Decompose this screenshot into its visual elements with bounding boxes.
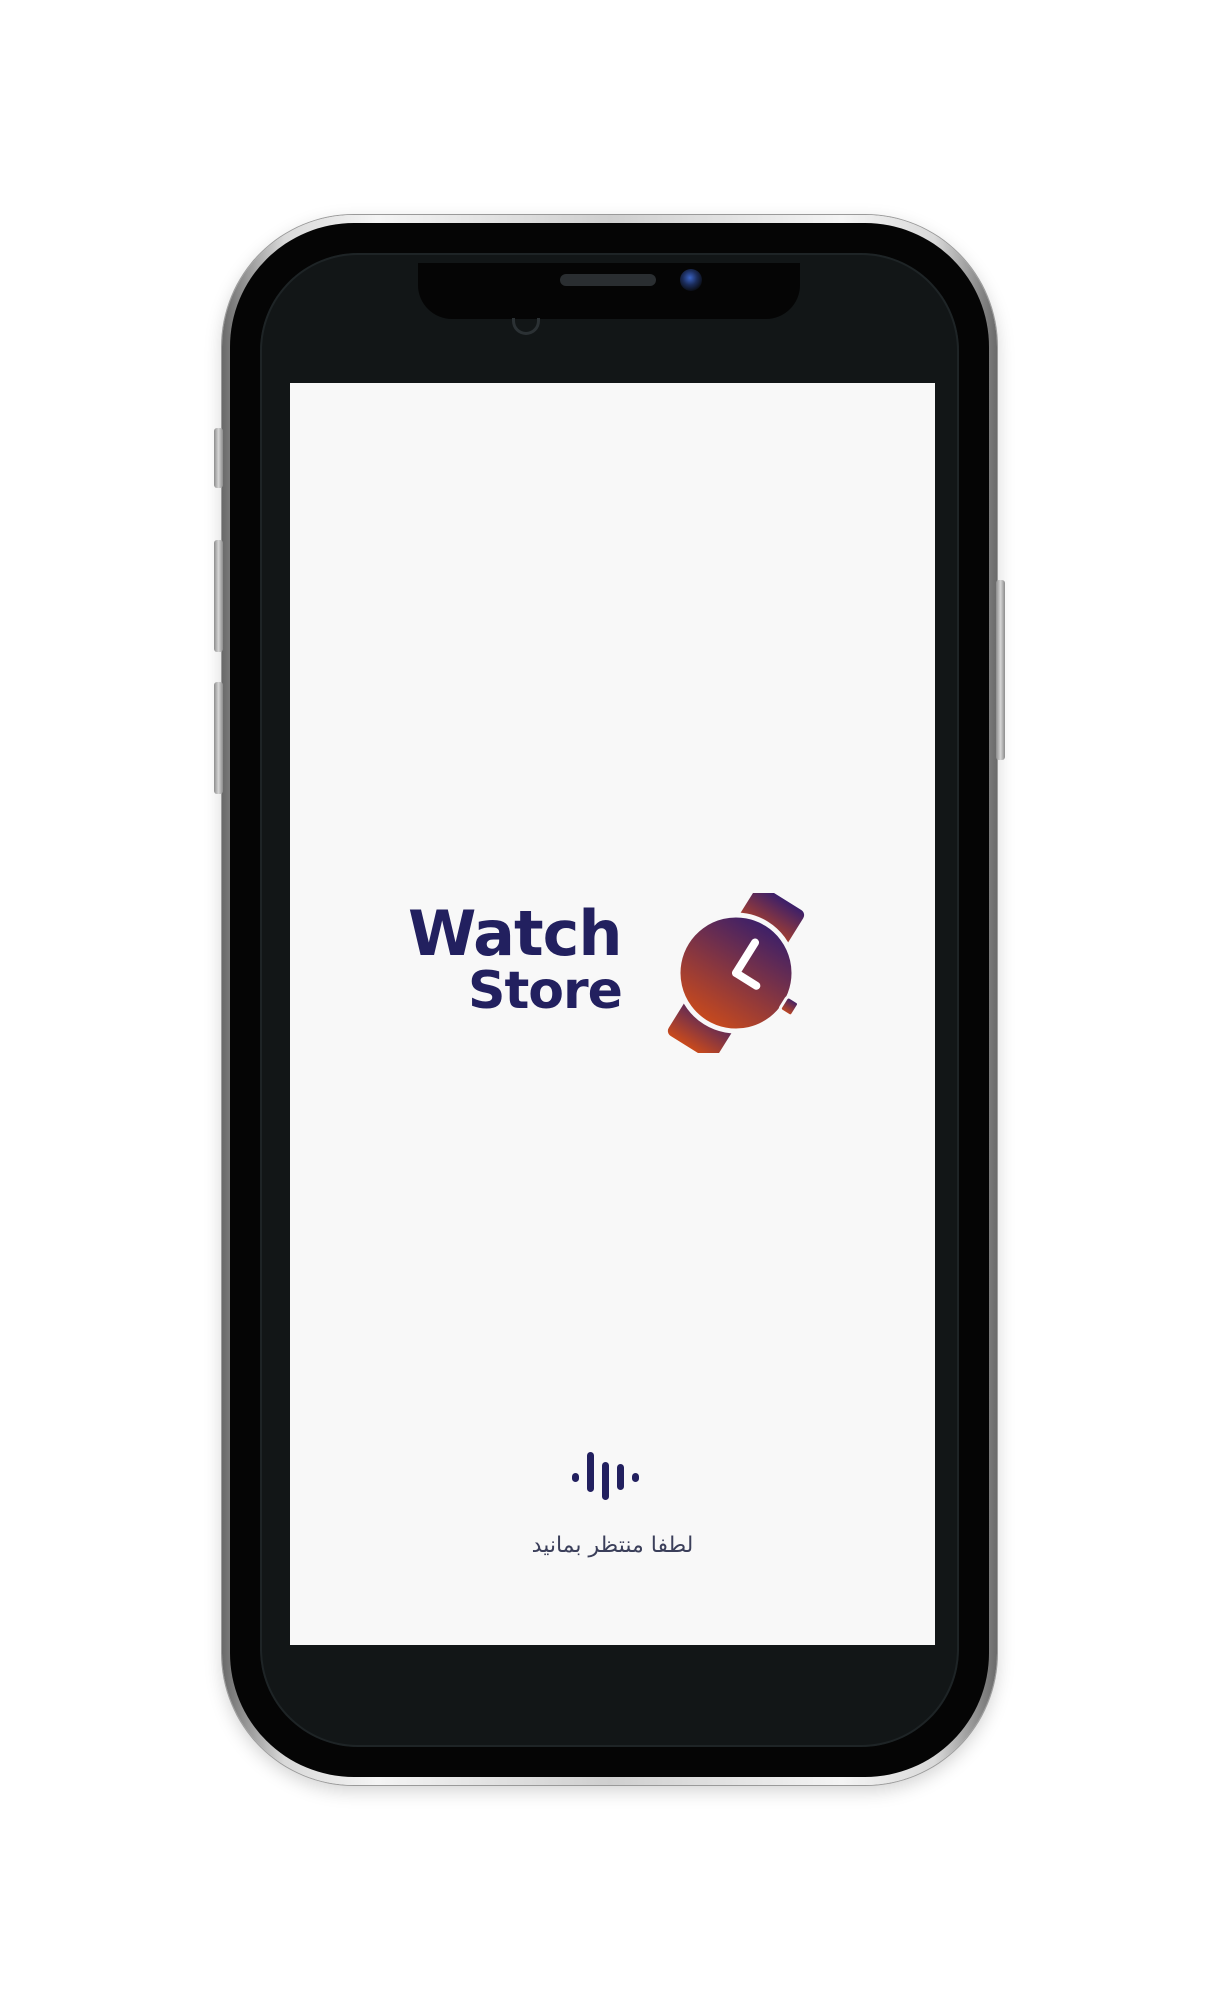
loader-bar <box>572 1473 579 1482</box>
loader-bar <box>632 1473 639 1482</box>
loader-bar <box>587 1452 594 1492</box>
earpiece-speaker <box>560 274 656 286</box>
silent-switch <box>214 428 223 488</box>
front-camera-icon <box>680 269 702 291</box>
watch-icon <box>667 893 805 1053</box>
loader-bar <box>602 1462 609 1500</box>
audio-wave-loader-icon <box>572 1448 652 1508</box>
loader-bar <box>617 1464 624 1490</box>
volume-up-button <box>214 540 223 652</box>
power-button <box>996 580 1005 760</box>
app-logo: Watch Store <box>408 893 818 1053</box>
logo-word-bottom: Store <box>468 961 623 1021</box>
splash-screen: Watch Store لطفا منتظر بمانید <box>290 383 935 1645</box>
phone-notch <box>418 263 800 319</box>
logo-word-top: Watch <box>408 897 623 970</box>
volume-down-button <box>214 682 223 794</box>
loading-message: لطفا منتظر بمانید <box>531 1533 694 1558</box>
